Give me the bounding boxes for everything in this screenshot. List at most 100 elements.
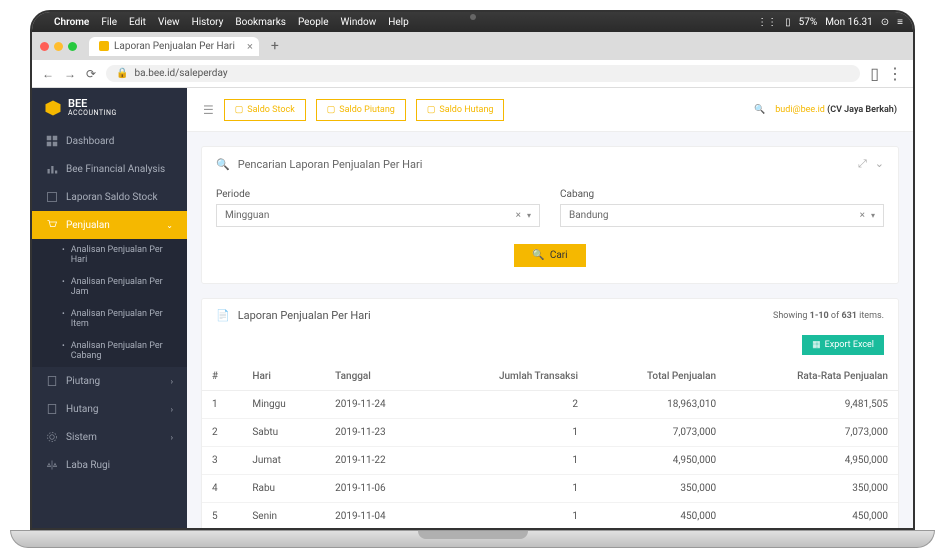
extension-icon[interactable]: ▯: [870, 64, 879, 83]
results-card: 📄 Laporan Penjualan Per Hari Showing 1-1…: [201, 298, 899, 528]
sidebar-toggle-button[interactable]: ☰: [203, 103, 214, 117]
window-close-icon[interactable]: [40, 42, 49, 51]
document-icon: ▢: [427, 105, 436, 115]
card-title: Pencarian Laporan Penjualan Per Hari: [238, 158, 423, 171]
sidebar-item-financial-analysis[interactable]: Bee Financial Analysis: [32, 155, 187, 183]
search-card: 🔍 Pencarian Laporan Penjualan Per Hari ⤢…: [201, 146, 899, 284]
cabang-select[interactable]: Bandung × ▾: [560, 204, 884, 227]
periode-select[interactable]: Mingguan × ▾: [216, 204, 540, 227]
chevron-down-icon: ▾: [527, 211, 531, 220]
scale-icon: [46, 459, 58, 471]
wifi-icon[interactable]: ⋮⋮: [757, 17, 777, 28]
user-info[interactable]: budi@bee.id (CV Jaya Berkah): [775, 105, 897, 115]
favicon-icon: [99, 41, 109, 51]
col-tanggal[interactable]: Tanggal: [325, 363, 434, 391]
url-text: ba.bee.id/saleperday: [135, 68, 228, 79]
sidebar: BEE ACCOUNTING Dashboard Bee Financial A…: [32, 88, 187, 528]
browser-menu-icon[interactable]: ⋮: [887, 64, 903, 83]
chevron-right-icon: ›: [171, 377, 173, 386]
bee-logo-icon: [44, 99, 62, 117]
excel-icon: ▦: [812, 340, 821, 350]
reload-button[interactable]: ⟳: [86, 67, 96, 81]
clear-icon[interactable]: ×: [516, 210, 521, 221]
sidebar-subitem-per-cabang[interactable]: Analisan Penjualan Per Cabang: [32, 335, 187, 367]
dashboard-icon: [46, 135, 58, 147]
sidebar-subitem-per-jam[interactable]: Analisan Penjualan Per Jam: [32, 271, 187, 303]
sidebar-item-piutang[interactable]: Piutang ›: [32, 367, 187, 395]
menu-icon[interactable]: ≡: [897, 17, 903, 28]
sidebar-item-label: Sistem: [66, 432, 97, 443]
address-bar[interactable]: 🔒 ba.bee.id/saleperday: [106, 65, 860, 82]
chevron-right-icon: ›: [171, 405, 173, 414]
col-jumlah[interactable]: Jumlah Transaksi: [434, 363, 588, 391]
saldo-stock-button[interactable]: ▢ Saldo Stock: [224, 99, 306, 121]
sidebar-item-penjualan[interactable]: Penjualan ⌄: [32, 211, 187, 239]
table-row: 3Jumat2019-11-2214,950,0004,950,000: [202, 447, 898, 475]
box-icon: ▢: [235, 105, 244, 115]
lock-icon: 🔒: [116, 68, 128, 79]
menu-chrome[interactable]: Chrome: [54, 17, 89, 28]
browser-tab-bar: Laporan Penjualan Per Hari × +: [32, 32, 913, 60]
tab-close-icon[interactable]: ×: [247, 40, 253, 53]
menu-file[interactable]: File: [101, 17, 117, 28]
sidebar-item-label: Penjualan: [66, 220, 110, 231]
sidebar-subitem-per-item[interactable]: Analisan Penjualan Per Item: [32, 303, 187, 335]
col-total[interactable]: Total Penjualan: [588, 363, 726, 391]
sidebar-item-label: Laba Rugi: [66, 460, 110, 471]
cari-button[interactable]: 🔍 Cari: [514, 244, 585, 267]
sidebar-item-sistem[interactable]: Sistem ›: [32, 423, 187, 451]
window-minimize-icon[interactable]: [54, 42, 63, 51]
forward-button[interactable]: →: [64, 67, 76, 81]
brand-logo[interactable]: BEE ACCOUNTING: [32, 88, 187, 127]
browser-tab[interactable]: Laporan Penjualan Per Hari ×: [89, 37, 259, 56]
battery-percent: 57%: [799, 17, 818, 28]
menu-history[interactable]: History: [192, 17, 224, 28]
spotlight-icon[interactable]: ⊙: [881, 17, 889, 28]
sidebar-item-saldo-stock[interactable]: Laporan Saldo Stock: [32, 183, 187, 211]
periode-label: Periode: [216, 189, 540, 200]
sidebar-item-label: Piutang: [66, 376, 100, 387]
sidebar-item-hutang[interactable]: Hutang ›: [32, 395, 187, 423]
menu-edit[interactable]: Edit: [129, 17, 146, 28]
saldo-hutang-button[interactable]: ▢ Saldo Hutang: [416, 99, 505, 121]
tab-title: Laporan Penjualan Per Hari: [114, 41, 235, 52]
cart-icon: [46, 219, 58, 231]
battery-icon: ▯: [785, 17, 791, 28]
sidebar-item-label: Bee Financial Analysis: [66, 164, 165, 175]
chart-icon: [46, 163, 58, 175]
topbar: ☰ ▢ Saldo Stock ▢ Saldo Piutang ▢ Saldo …: [187, 88, 913, 132]
receivable-icon: [46, 375, 58, 387]
results-table: # Hari Tanggal Jumlah Transaksi Total Pe…: [202, 363, 898, 528]
chevron-down-icon: ▾: [871, 211, 875, 220]
sidebar-item-label: Laporan Saldo Stock: [66, 192, 158, 203]
sidebar-item-laba-rugi[interactable]: Laba Rugi: [32, 451, 187, 479]
clock: Mon 16.31: [825, 17, 873, 28]
back-button[interactable]: ←: [42, 67, 54, 81]
menu-window[interactable]: Window: [341, 17, 377, 28]
gear-icon: [46, 431, 58, 443]
menu-view[interactable]: View: [158, 17, 180, 28]
menu-help[interactable]: Help: [388, 17, 408, 28]
search-icon[interactable]: 🔍: [754, 105, 765, 115]
window-maximize-icon[interactable]: [68, 42, 77, 51]
menu-bookmarks[interactable]: Bookmarks: [235, 17, 286, 28]
col-hari[interactable]: Hari: [242, 363, 325, 391]
clear-icon[interactable]: ×: [860, 210, 865, 221]
table-row: 2Sabtu2019-11-2317,073,0007,073,000: [202, 419, 898, 447]
collapse-icon[interactable]: ⌄: [875, 157, 884, 171]
report-icon: 📄: [216, 309, 230, 322]
expand-icon[interactable]: ⤢: [858, 157, 867, 171]
payable-icon: [46, 403, 58, 415]
menu-people[interactable]: People: [298, 17, 329, 28]
results-count: Showing 1-10 of 631 items.: [773, 311, 884, 321]
search-icon: 🔍: [216, 158, 230, 171]
sidebar-item-label: Dashboard: [66, 136, 114, 147]
col-rata[interactable]: Rata-Rata Penjualan: [726, 363, 898, 391]
col-number[interactable]: #: [202, 363, 242, 391]
saldo-piutang-button[interactable]: ▢ Saldo Piutang: [316, 99, 406, 121]
export-excel-button[interactable]: ▦ Export Excel: [802, 335, 884, 355]
sidebar-item-dashboard[interactable]: Dashboard: [32, 127, 187, 155]
table-row: 1Minggu2019-11-24218,963,0109,481,505: [202, 391, 898, 419]
new-tab-button[interactable]: +: [265, 38, 285, 54]
sidebar-subitem-per-hari[interactable]: Analisan Penjualan Per Hari: [32, 239, 187, 271]
